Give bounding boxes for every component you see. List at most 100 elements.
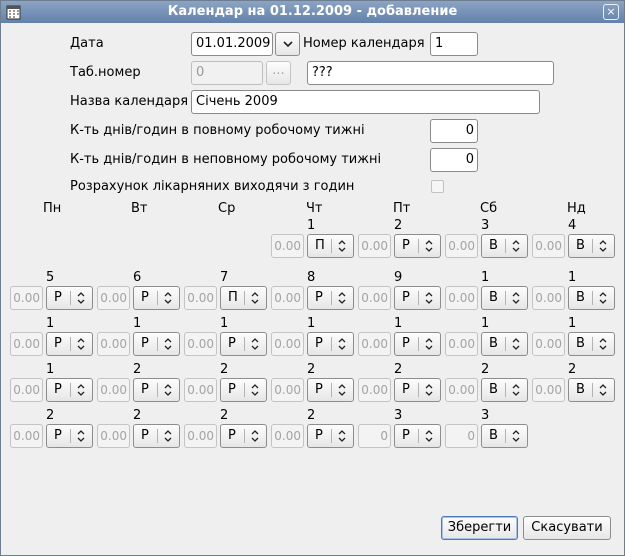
- day-number: 1: [481, 316, 490, 331]
- day-number: 1: [307, 218, 316, 233]
- select-separator: [592, 291, 593, 305]
- day-type-select[interactable]: П: [307, 234, 354, 258]
- day-type-select[interactable]: Р: [394, 424, 441, 448]
- select-separator: [418, 429, 419, 443]
- select-separator: [244, 429, 245, 443]
- day-hours-field: 0.00: [10, 378, 43, 402]
- day-type-select[interactable]: В: [481, 378, 528, 402]
- day-type-select[interactable]: В: [481, 332, 528, 356]
- day-type-select[interactable]: Р: [220, 378, 267, 402]
- day-hours-field: 0.00: [358, 234, 391, 258]
- day-type-value: Р: [141, 428, 149, 443]
- day-type-value: В: [576, 336, 585, 351]
- up-down-arrows-icon: [164, 292, 172, 304]
- day-type-value: Р: [315, 382, 323, 397]
- day-number: 1: [307, 316, 316, 331]
- day-type-select[interactable]: Р: [46, 286, 93, 310]
- day-number: 1: [394, 316, 403, 331]
- select-separator: [418, 239, 419, 253]
- day-type-select[interactable]: Р: [46, 378, 93, 402]
- select-separator: [592, 383, 593, 397]
- day-type-select[interactable]: Р: [133, 332, 180, 356]
- day-number: 2: [307, 408, 316, 423]
- select-separator: [331, 239, 332, 253]
- day-type-select[interactable]: Р: [307, 332, 354, 356]
- day-type-select[interactable]: В: [568, 286, 615, 310]
- up-down-arrows-icon: [164, 430, 172, 442]
- day-hours-field: 0.00: [271, 378, 304, 402]
- day-type-select[interactable]: В: [568, 234, 615, 258]
- up-down-arrows-icon: [512, 430, 520, 442]
- day-hours-field: 0.00: [184, 286, 217, 310]
- select-separator: [505, 291, 506, 305]
- day-type-select[interactable]: Р: [133, 286, 180, 310]
- day-type-select[interactable]: Р: [133, 424, 180, 448]
- up-down-arrows-icon: [338, 338, 346, 350]
- day-type-select[interactable]: Р: [394, 378, 441, 402]
- select-separator: [70, 429, 71, 443]
- select-separator: [331, 383, 332, 397]
- up-down-arrows-icon: [425, 430, 433, 442]
- up-down-arrows-icon: [251, 384, 259, 396]
- day-hours-field: 0.00: [532, 286, 565, 310]
- day-number: 2: [220, 408, 229, 423]
- day-type-select[interactable]: П: [220, 286, 267, 310]
- day-type-value: В: [576, 290, 585, 305]
- day-type-value: В: [576, 238, 585, 253]
- up-down-arrows-icon: [599, 384, 607, 396]
- day-type-select[interactable]: В: [481, 424, 528, 448]
- day-type-value: Р: [54, 428, 62, 443]
- up-down-arrows-icon: [251, 338, 259, 350]
- up-down-arrows-icon: [338, 240, 346, 252]
- day-type-select[interactable]: Р: [307, 378, 354, 402]
- up-down-arrows-icon: [251, 292, 259, 304]
- day-type-value: П: [315, 238, 325, 253]
- day-hours-field: 0: [358, 424, 391, 448]
- day-type-value: Р: [402, 382, 410, 397]
- day-type-select[interactable]: Р: [46, 332, 93, 356]
- save-button[interactable]: Зберегти: [441, 516, 518, 540]
- day-hours-field: 0: [445, 424, 478, 448]
- select-separator: [592, 239, 593, 253]
- day-type-select[interactable]: В: [481, 234, 528, 258]
- day-number: 3: [481, 408, 490, 423]
- day-hours-field: 0.00: [97, 286, 130, 310]
- up-down-arrows-icon: [338, 292, 346, 304]
- day-number: 2: [133, 408, 142, 423]
- day-number: 5: [46, 270, 55, 285]
- up-down-arrows-icon: [77, 338, 85, 350]
- day-type-select[interactable]: Р: [307, 286, 354, 310]
- day-number: 8: [307, 270, 316, 285]
- select-separator: [418, 383, 419, 397]
- day-type-select[interactable]: Р: [133, 378, 180, 402]
- day-type-select[interactable]: Р: [220, 332, 267, 356]
- up-down-arrows-icon: [164, 384, 172, 396]
- day-type-value: Р: [402, 290, 410, 305]
- up-down-arrows-icon: [251, 430, 259, 442]
- day-hours-field: 0.00: [10, 424, 43, 448]
- day-type-select[interactable]: Р: [307, 424, 354, 448]
- day-type-select[interactable]: Р: [394, 286, 441, 310]
- day-type-select[interactable]: Р: [394, 332, 441, 356]
- day-number: 2: [394, 218, 403, 233]
- day-type-select[interactable]: В: [568, 332, 615, 356]
- day-type-value: Р: [315, 336, 323, 351]
- select-separator: [418, 337, 419, 351]
- select-separator: [70, 337, 71, 351]
- day-number: 3: [394, 408, 403, 423]
- day-hours-field: 0.00: [10, 332, 43, 356]
- day-type-select[interactable]: В: [481, 286, 528, 310]
- select-separator: [244, 337, 245, 351]
- day-type-value: В: [489, 290, 498, 305]
- day-number: 9: [394, 270, 403, 285]
- day-type-select[interactable]: Р: [394, 234, 441, 258]
- select-separator: [505, 239, 506, 253]
- day-type-select[interactable]: В: [568, 378, 615, 402]
- day-type-value: Р: [54, 336, 62, 351]
- day-number: 2: [568, 362, 577, 377]
- day-type-select[interactable]: Р: [220, 424, 267, 448]
- up-down-arrows-icon: [338, 430, 346, 442]
- cancel-button[interactable]: Скасувати: [523, 516, 611, 540]
- day-type-select[interactable]: Р: [46, 424, 93, 448]
- up-down-arrows-icon: [512, 292, 520, 304]
